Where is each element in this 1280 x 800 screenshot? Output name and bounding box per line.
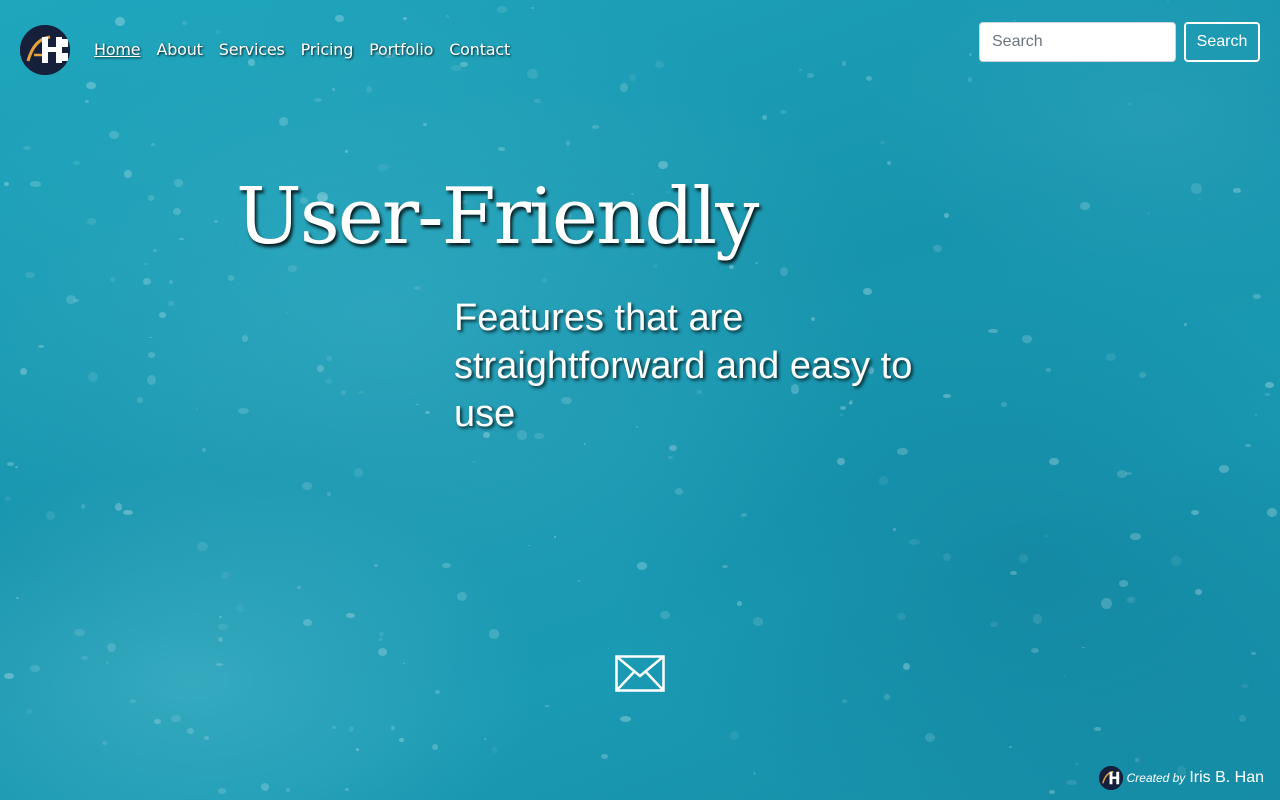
ibh-monogram-logo-icon [20,25,70,75]
nav-home-link[interactable]: Home [94,40,141,59]
nav-portfolio-link[interactable]: Portfolio [369,40,433,59]
nav-services-link[interactable]: Services [219,40,285,59]
search-input[interactable] [979,22,1176,62]
credit-name[interactable]: Iris B. Han [1189,769,1264,787]
nav-about-link[interactable]: About [156,40,203,59]
hero-title: User-Friendly [236,172,759,262]
nav-contact-link[interactable]: Contact [449,40,510,59]
envelope-icon[interactable] [615,655,665,692]
nav-pricing-link[interactable]: Pricing [301,40,354,59]
ibh-monogram-small-icon [1098,766,1123,790]
hero-subtitle: Features that are straightforward and ea… [454,297,913,435]
site-logo[interactable] [20,25,70,75]
author-credit[interactable]: Created by Iris B. Han [1098,766,1264,790]
main-nav: Home About Services Pricing Portfolio Co… [94,40,510,59]
credit-prefix: Created by [1126,771,1186,785]
search-button[interactable]: Search [1184,22,1260,62]
